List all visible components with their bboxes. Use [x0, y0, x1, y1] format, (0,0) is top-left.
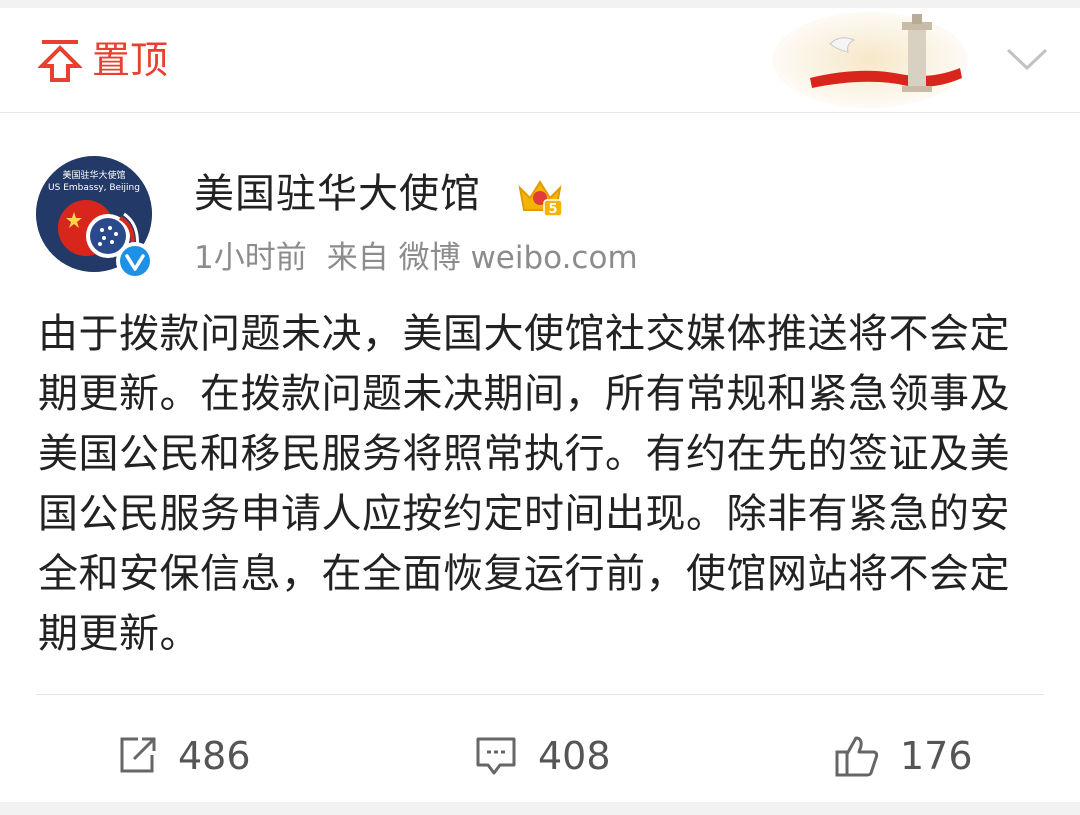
vip-crown-icon[interactable]: 5	[516, 174, 564, 218]
post-time: 1小时前	[194, 240, 307, 276]
pinned-label: 置顶	[92, 38, 169, 82]
post-source[interactable]: 来自 微博 weibo.com	[327, 240, 638, 276]
repost-count: 486	[178, 734, 251, 778]
author-name[interactable]: 美国驻华大使馆	[194, 168, 481, 220]
like-button[interactable]: 176	[834, 726, 973, 786]
comment-button[interactable]: 408	[474, 726, 611, 786]
repost-button[interactable]: 486	[116, 726, 251, 786]
avatar[interactable]: 美国驻华大使馆 US Embassy, Beijing	[36, 156, 156, 280]
vip-level: 5	[548, 202, 557, 217]
comment-count: 408	[538, 734, 611, 778]
divider	[36, 694, 1044, 695]
avatar-text-en: US Embassy, Beijing	[48, 183, 140, 193]
repost-icon	[120, 737, 156, 773]
pin-top-icon	[38, 40, 82, 82]
weibo-post-card: 置顶 美国驻华大使馆 US Embassy, Beijing 美国驻华大使馆 5…	[0, 8, 1080, 802]
celebration-banner-image	[772, 12, 968, 108]
verified-v-icon	[116, 242, 154, 280]
pinned-header: 置顶	[0, 8, 1080, 113]
post-text: 由于拨款问题未决，美国大使馆社交媒体推送将不会定期更新。在拨款问题未决期间，所有…	[38, 311, 1010, 657]
comment-icon	[476, 737, 516, 775]
chevron-down-icon[interactable]	[1004, 44, 1050, 74]
post-meta: 1小时前 来自 微博 weibo.com	[194, 236, 658, 280]
avatar-text-cn: 美国驻华大使馆	[62, 169, 125, 181]
like-count: 176	[900, 734, 973, 778]
thumbs-up-icon	[835, 736, 879, 777]
